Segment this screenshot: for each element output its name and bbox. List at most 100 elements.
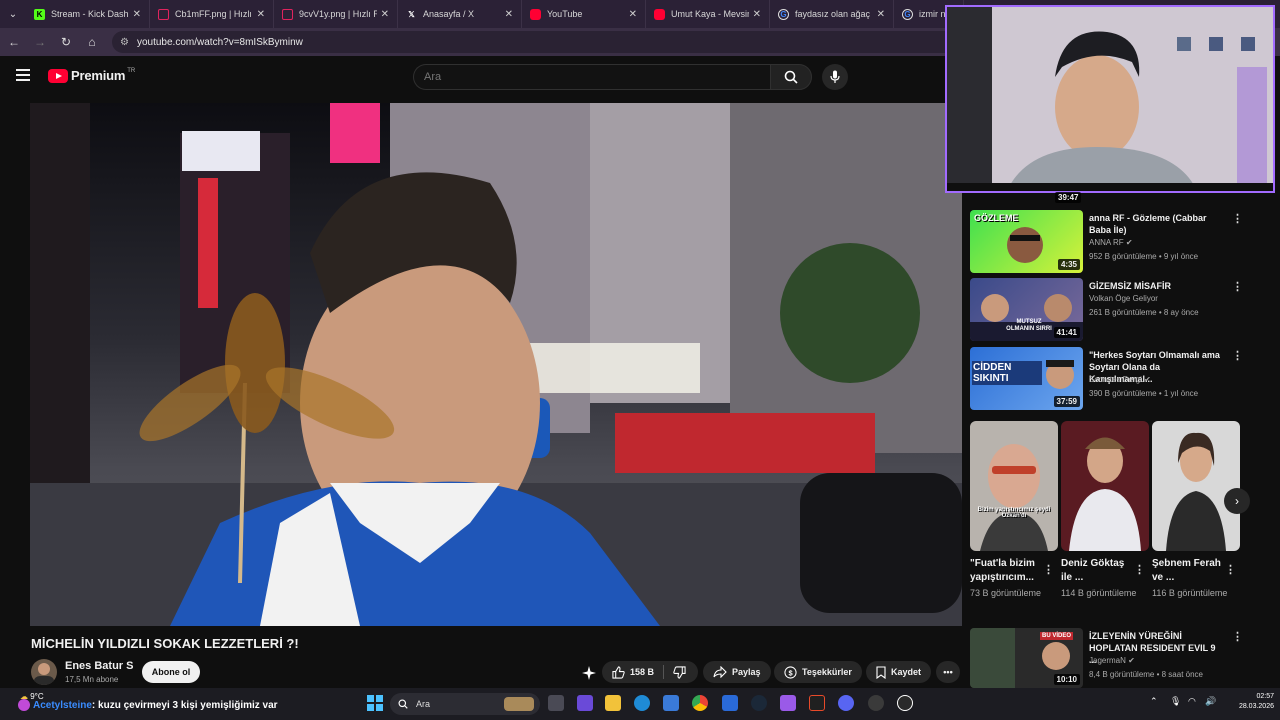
browser-tab[interactable]: G faydasız olan ağaç uzar ✕	[770, 0, 894, 28]
short-thumbnail[interactable]	[1152, 421, 1240, 551]
obs-icon[interactable]	[897, 695, 913, 711]
channel-name[interactable]: Volkan Öge Geliyor	[1089, 294, 1158, 303]
close-tab-icon[interactable]: ✕	[629, 9, 637, 20]
browser-tab[interactable]: YouTube ✕	[522, 0, 646, 28]
save-button[interactable]: Kaydet	[866, 661, 932, 683]
tab-label: faydasız olan ağaç uzar	[795, 9, 873, 19]
search-button[interactable]	[770, 64, 812, 90]
more-actions-button[interactable]: •••	[936, 661, 960, 683]
store-icon[interactable]	[663, 695, 679, 711]
recommended-video[interactable]: MUTSUZ OLMANIN SIRRI 41:41 GİZEMSİZ MİSA…	[970, 278, 1270, 342]
back-icon[interactable]: ←	[2, 30, 26, 54]
tab-label: Umut Kaya - Mevsimler	[671, 9, 749, 19]
subscriber-count: 17,5 Mn abone	[65, 675, 119, 684]
close-tab-icon[interactable]: ✕	[753, 9, 761, 20]
tab-list-button[interactable]: ⌄	[0, 0, 26, 28]
video-thumbnail[interactable]: MUTSUZ OLMANIN SIRRI 41:41	[970, 278, 1083, 341]
channel-name[interactable]: Socrates Dergi ✔	[1089, 375, 1151, 384]
video-title[interactable]: anna RF - Gözleme (Cabbar Baba İle)	[1089, 212, 1224, 236]
wifi-icon[interactable]: ◠	[1188, 696, 1196, 707]
taskbar-search[interactable]: Ara	[390, 693, 540, 715]
share-button[interactable]: Paylaş	[703, 661, 771, 683]
close-tab-icon[interactable]: ✕	[505, 9, 513, 20]
system-clock[interactable]: 02:57 28.03.2026	[1222, 692, 1274, 712]
short-title[interactable]: Şebnem Ferah ve ...	[1152, 557, 1226, 585]
super-thanks-icon: $	[784, 665, 797, 679]
settings-app-icon[interactable]	[868, 695, 884, 711]
file-explorer-icon[interactable]	[605, 695, 621, 711]
short-card[interactable]: Şebnem Ferah ve ... 116 B görüntüleme ⋮	[1152, 421, 1240, 600]
more-options-icon[interactable]: ⋮	[1232, 349, 1243, 362]
launcher-icon[interactable]	[780, 695, 796, 711]
save-label: Kaydet	[891, 667, 922, 677]
video-thumbnail[interactable]: GÖZLEME 4:35	[970, 210, 1083, 273]
more-options-icon[interactable]: ⋮	[1232, 280, 1243, 293]
volume-icon[interactable]: 🔊	[1205, 696, 1216, 707]
edge-browser-icon[interactable]	[634, 695, 650, 711]
youtube-header: Premium TR	[0, 56, 945, 98]
sparkle-ask-icon[interactable]	[578, 662, 600, 684]
video-title: MİCHELİN YILDIZLI SOKAK LEZZETLERİ ?!	[31, 636, 299, 651]
youtube-premium-logo[interactable]: Premium TR	[48, 68, 135, 83]
network-app-icon[interactable]	[722, 695, 738, 711]
short-thumbnail[interactable]: Bizim yapıştırıcımız şeydi Özkan'dı	[970, 421, 1058, 551]
address-bar[interactable]: ⚙ youtube.com/watch?v=8mISkByminw	[112, 31, 972, 53]
browser-tab[interactable]: K Stream - Kick Dashboard ✕	[26, 0, 150, 28]
steam-icon[interactable]	[751, 695, 767, 711]
channel-name[interactable]: JagermaN ✔	[1089, 656, 1135, 665]
discord-icon[interactable]	[838, 695, 854, 711]
video-title[interactable]: GİZEMSİZ MİSAFİR	[1089, 280, 1224, 292]
search-input[interactable]	[413, 64, 770, 90]
recommended-video[interactable]: CİDDEN SIKINTI 37:59 "Herkes Soytarı Olm…	[970, 347, 1270, 411]
video-thumbnail[interactable]: BU VİDEO 10:10	[970, 628, 1083, 688]
forward-icon[interactable]: →	[28, 30, 52, 54]
home-icon[interactable]: ⌂	[80, 30, 104, 54]
video-player[interactable]	[30, 103, 962, 626]
reload-icon[interactable]: ↻	[54, 30, 78, 54]
chrome-icon[interactable]	[692, 695, 708, 711]
widgets-app-icon[interactable]	[577, 695, 593, 711]
streaming-app-icon[interactable]	[809, 695, 825, 711]
browser-tab[interactable]: Cb1mFF.png | Hızlı Resim ✕	[150, 0, 274, 28]
more-options-icon[interactable]: ⋮	[1232, 212, 1243, 225]
browser-tab[interactable]: 9cvV1y.png | Hızlı Resim ✕	[274, 0, 398, 28]
short-title[interactable]: "Fuat'la bizim yapıştırıcım...	[970, 557, 1044, 585]
microphone-tray-icon[interactable]: 🎙	[1170, 696, 1181, 707]
short-card[interactable]: Deniz Göktaş ile ... 114 B görüntüleme ⋮	[1061, 421, 1149, 600]
voice-search-button[interactable]	[822, 64, 848, 90]
close-tab-icon[interactable]: ✕	[257, 9, 265, 20]
clock-time: 02:57	[1256, 693, 1274, 700]
chevron-right-icon[interactable]: ›	[1224, 488, 1250, 514]
channel-avatar[interactable]	[31, 659, 57, 685]
subscribe-button[interactable]: Abone ol	[142, 661, 200, 683]
brand-text: Premium	[71, 68, 126, 83]
close-tab-icon[interactable]: ✕	[877, 9, 885, 20]
short-title[interactable]: Deniz Göktaş ile ...	[1061, 557, 1135, 585]
browser-tab[interactable]: Umut Kaya - Mevsimler ✕	[646, 0, 770, 28]
video-thumbnail[interactable]: CİDDEN SIKINTI 37:59	[970, 347, 1083, 410]
close-tab-icon[interactable]: ✕	[133, 9, 141, 20]
thanks-button[interactable]: $ Teşekkürler	[774, 661, 862, 683]
site-info-icon[interactable]: ⚙	[120, 37, 129, 48]
short-thumbnail[interactable]	[1061, 421, 1149, 551]
like-button[interactable]: 158 B	[612, 665, 654, 679]
recommended-video[interactable]: BU VİDEO 10:10 İZLEYENİN YÜREĞİNİ HOPLAT…	[970, 628, 1270, 692]
channel-name[interactable]: Enes Batur S	[65, 660, 133, 672]
like-dislike-group: 158 B	[602, 661, 698, 683]
more-options-icon[interactable]: ⋮	[1225, 563, 1236, 576]
more-options-icon[interactable]: ⋮	[1232, 630, 1243, 643]
more-options-icon[interactable]: ⋮	[1134, 563, 1145, 576]
thumbs-up-icon	[612, 665, 625, 679]
close-tab-icon[interactable]: ✕	[381, 9, 389, 20]
short-views: 73 B görüntüleme	[970, 588, 1042, 598]
dislike-button[interactable]	[673, 665, 686, 679]
menu-icon[interactable]	[16, 69, 30, 81]
windows-start-icon[interactable]	[367, 695, 383, 711]
task-view-icon[interactable]	[548, 695, 564, 711]
more-options-icon[interactable]: ⋮	[1043, 563, 1054, 576]
tray-overflow-icon[interactable]: ⌃	[1150, 696, 1158, 707]
browser-tab[interactable]: 𝕏 Anasayfa / X ✕	[398, 0, 522, 28]
channel-name[interactable]: ANNA RF ✔	[1089, 238, 1133, 247]
recommended-video[interactable]: GÖZLEME 4:35 anna RF - Gözleme (Cabbar B…	[970, 210, 1270, 274]
short-card[interactable]: Bizim yapıştırıcımız şeydi Özkan'dı "Fua…	[970, 421, 1058, 600]
